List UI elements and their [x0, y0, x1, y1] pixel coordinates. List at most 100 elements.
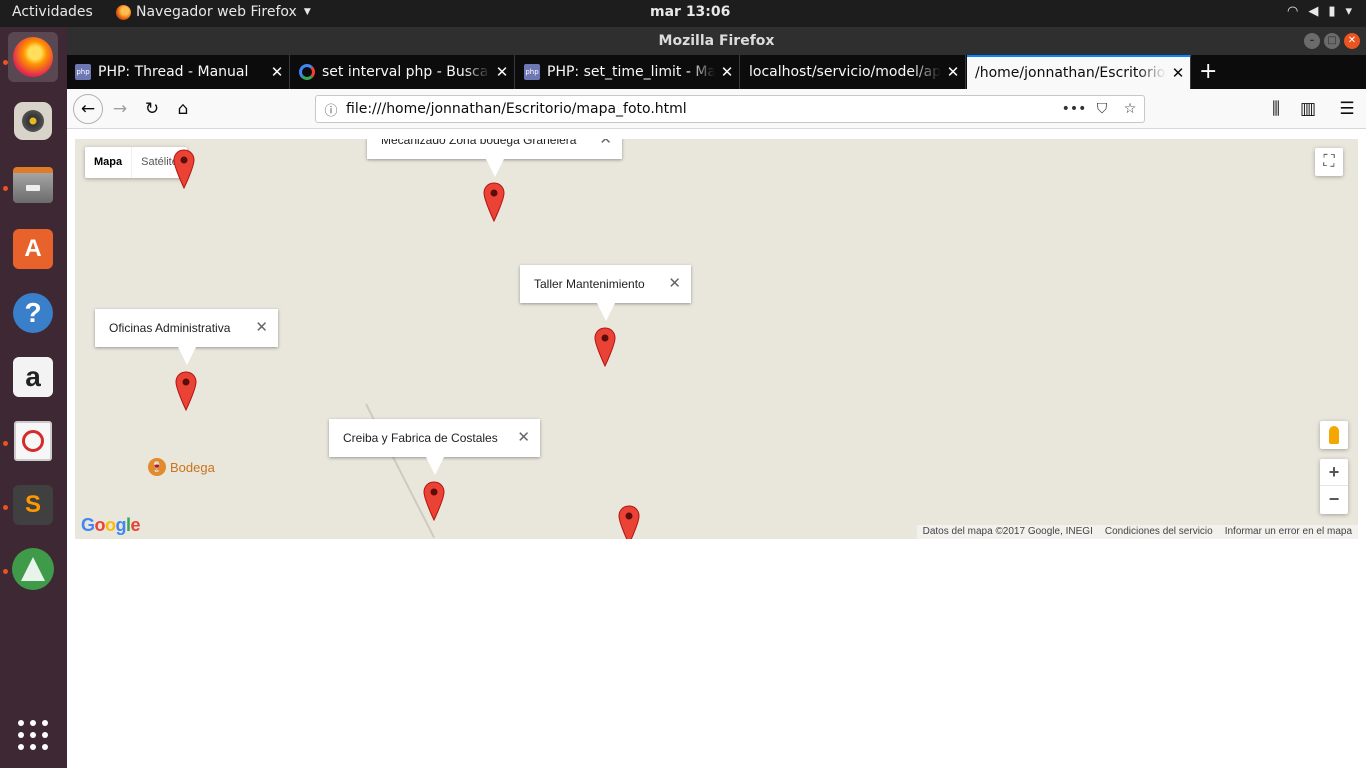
caret-down-icon: ▾ — [1345, 4, 1352, 19]
system-menu[interactable]: ◠ ◀ ▮ ▾ — [1287, 4, 1352, 19]
zoom-control: + − — [1320, 459, 1348, 514]
activities-button[interactable]: Actividades — [12, 4, 93, 20]
reload-button[interactable]: ↻ — [137, 94, 167, 124]
dock-help[interactable]: ? — [8, 288, 58, 338]
back-button[interactable]: ← — [73, 94, 103, 124]
google-logo[interactable]: Google — [81, 515, 141, 536]
close-icon[interactable]: ✕ — [599, 139, 612, 148]
dock-amazon[interactable]: a — [8, 352, 58, 402]
tab-label: /home/jonnathan/Escritorio/mapa_foto.htm… — [975, 65, 1166, 81]
info-window-label: Taller Mantenimiento — [534, 277, 645, 291]
tab-mapa-foto[interactable]: /home/jonnathan/Escritorio/mapa_foto.htm… — [967, 55, 1191, 89]
php-icon: php — [75, 64, 91, 80]
poi-label: Bodega — [170, 459, 215, 475]
dock-android-studio[interactable] — [8, 544, 58, 594]
window-title-bar: Mozilla Firefox – □ ✕ — [67, 27, 1366, 55]
sidebar-icon[interactable]: ▥ — [1293, 94, 1323, 124]
fullscreen-button[interactable]: ⛶ — [1315, 148, 1343, 176]
help-icon: ? — [13, 293, 53, 333]
map-data-credit: Datos del mapa ©2017 Google, INEGI — [922, 526, 1093, 537]
map-type-control: Mapa Satélite — [85, 147, 187, 178]
tab-label: localhost/servicio/model/api — [749, 64, 941, 80]
new-tab-button[interactable]: + — [1199, 59, 1217, 84]
gnome-top-bar: Actividades Navegador web Firefox ▼ mar … — [0, 0, 1366, 27]
google-map[interactable]: Mapa Satélite ⛶ + − 🍷 Bodega Mecanizado … — [75, 139, 1358, 539]
tab-localhost[interactable]: localhost/servicio/model/api ✕ — [741, 55, 966, 89]
close-tab-icon[interactable]: ✕ — [490, 63, 514, 81]
dock-pdf-viewer[interactable] — [8, 416, 58, 466]
marker-pin-icon[interactable] — [175, 371, 197, 411]
menu-icon[interactable]: ☰ — [1332, 94, 1362, 124]
info-window: Creiba y Fabrica de Costales ✕ — [329, 419, 540, 475]
marker-pin-icon[interactable] — [173, 149, 195, 189]
rhythmbox-icon — [14, 102, 52, 140]
minimize-button[interactable]: – — [1304, 33, 1320, 49]
volume-icon: ◀ — [1308, 4, 1319, 19]
tab-php-set-time-limit[interactable]: php PHP: set_time_limit - Manual ✕ — [516, 55, 740, 89]
app-menu-label: Navegador web Firefox — [136, 4, 297, 20]
close-tab-icon[interactable]: ✕ — [715, 63, 739, 81]
pdf-icon — [14, 421, 52, 461]
tab-label: set interval php - Buscar con Google — [322, 64, 490, 80]
info-window-tail — [596, 303, 615, 321]
pocket-icon[interactable]: ⛉ — [1088, 101, 1116, 117]
close-icon[interactable]: ✕ — [668, 274, 681, 292]
android-studio-icon — [12, 548, 54, 590]
forward-button[interactable]: → — [105, 94, 135, 124]
map-type-map[interactable]: Mapa — [85, 147, 133, 178]
clock[interactable]: mar 13:06 — [650, 4, 730, 20]
dock-sublime-text[interactable]: S — [8, 480, 58, 530]
home-button[interactable]: ⌂ — [168, 94, 198, 124]
google-icon — [299, 64, 315, 80]
url-text: file:///home/jonnathan/Escritorio/mapa_f… — [346, 101, 687, 117]
app-menu[interactable]: Navegador web Firefox ▼ — [116, 4, 311, 20]
map-attribution: Datos del mapa ©2017 Google, INEGI Condi… — [916, 525, 1358, 539]
firefox-icon — [116, 4, 131, 20]
dock-files[interactable] — [8, 160, 58, 210]
close-window-button[interactable]: ✕ — [1344, 33, 1360, 49]
street-view-pegman-icon[interactable] — [1320, 421, 1348, 449]
firefox-icon — [13, 37, 53, 77]
close-tab-icon[interactable]: ✕ — [1166, 64, 1190, 82]
page-actions-icon[interactable]: ••• — [1060, 101, 1088, 117]
close-icon[interactable]: ✕ — [255, 318, 268, 336]
url-bar[interactable]: ⓘ file:///home/jonnathan/Escritorio/mapa… — [315, 95, 1145, 123]
info-window-tail — [425, 457, 444, 475]
close-tab-icon[interactable]: ✕ — [941, 63, 965, 81]
dock-rhythmbox[interactable] — [8, 96, 58, 146]
close-tab-icon[interactable]: ✕ — [265, 63, 289, 81]
caret-down-icon: ▼ — [303, 7, 311, 17]
tab-label: PHP: Thread - Manual — [98, 64, 249, 80]
app-grid-icon — [18, 720, 48, 750]
amazon-icon: a — [13, 357, 53, 397]
terms-link[interactable]: Condiciones del servicio — [1105, 525, 1213, 539]
dock-ubuntu-software[interactable]: A — [8, 224, 58, 274]
maximize-button[interactable]: □ — [1324, 33, 1340, 49]
info-window: Taller Mantenimiento ✕ — [520, 265, 691, 321]
zoom-in-button[interactable]: + — [1320, 459, 1348, 486]
bookmark-star-icon[interactable]: ☆ — [1116, 101, 1144, 117]
tab-php-thread[interactable]: php PHP: Thread - Manual ✕ — [67, 55, 290, 89]
tab-label: PHP: set_time_limit - Manual — [547, 64, 715, 80]
info-icon[interactable]: ⓘ — [316, 100, 346, 119]
close-icon[interactable]: ✕ — [517, 428, 530, 446]
marker-pin-icon[interactable] — [423, 481, 445, 521]
show-applications-button[interactable] — [8, 710, 58, 760]
zoom-out-button[interactable]: − — [1320, 486, 1348, 513]
marker-pin-icon[interactable] — [483, 182, 505, 222]
marker-pin-icon[interactable] — [594, 327, 616, 367]
report-error-link[interactable]: Informar un error en el mapa — [1225, 525, 1352, 539]
info-window-tail — [177, 347, 196, 365]
dock-firefox[interactable] — [8, 32, 58, 82]
marker-pin-icon[interactable] — [618, 505, 640, 539]
library-icon[interactable]: ⫼ — [1261, 94, 1291, 124]
battery-icon: ▮ — [1328, 4, 1336, 19]
poi-bodega[interactable]: 🍷 Bodega — [148, 458, 215, 476]
info-window-tail — [485, 159, 504, 177]
info-window-label: Oficinas Administrativa — [109, 321, 231, 335]
files-icon — [13, 167, 53, 203]
info-window: Oficinas Administrativa ✕ — [95, 309, 278, 365]
window-title: Mozilla Firefox — [658, 33, 775, 49]
wifi-icon: ◠ — [1286, 4, 1299, 19]
tab-google-search[interactable]: set interval php - Buscar con Google ✕ — [291, 55, 515, 89]
